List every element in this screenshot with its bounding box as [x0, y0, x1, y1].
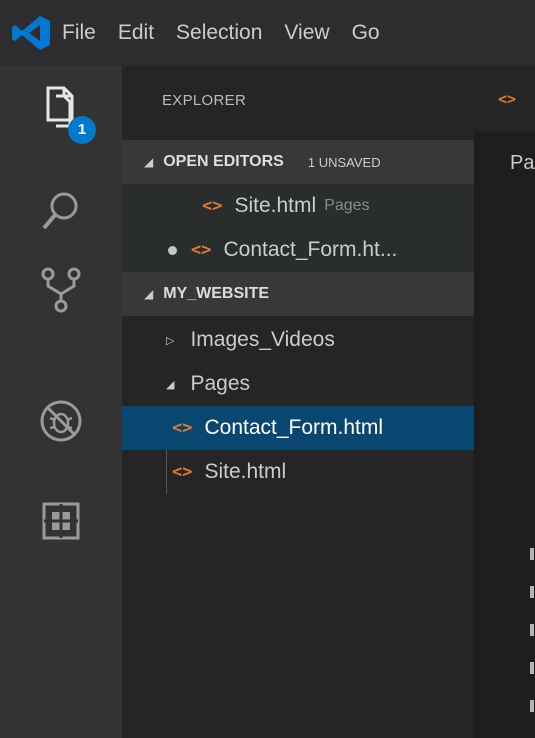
- open-editors-header[interactable]: ◢ OPEN EDITORS 1 UNSAVED: [122, 140, 474, 184]
- folder-header[interactable]: ◢ MY_WEBSITE: [122, 272, 474, 316]
- extensions-icon[interactable]: [36, 496, 86, 546]
- breadcrumb[interactable]: Pa: [510, 152, 534, 175]
- search-icon[interactable]: [36, 186, 86, 236]
- tab-strip: <>: [474, 66, 535, 132]
- html-file-icon: <>: [172, 418, 193, 438]
- tree-item-label: Images_Videos: [190, 328, 335, 351]
- code-line: [530, 662, 534, 674]
- chevron-down-icon: ◢: [144, 287, 154, 301]
- vscode-logo-icon[interactable]: [10, 13, 54, 53]
- explorer-sidebar: EXPLORER ◢ OPEN EDITORS 1 UNSAVED <> Sit…: [122, 66, 474, 738]
- open-editor-label: Site.html: [234, 194, 317, 217]
- html-file-icon: <>: [172, 462, 193, 482]
- unsaved-dot-icon: [168, 245, 177, 255]
- menu-view[interactable]: View: [284, 21, 329, 45]
- source-control-icon[interactable]: [36, 264, 86, 314]
- chevron-down-icon: ◢: [144, 155, 154, 169]
- code-line: [530, 548, 534, 560]
- tree-item-label: Contact_Form.html: [204, 416, 384, 439]
- menu-bar: File Edit Selection View Go: [0, 0, 535, 66]
- html-file-icon: <>: [202, 196, 223, 216]
- open-editors-title: OPEN EDITORS: [163, 153, 284, 170]
- menu-selection[interactable]: Selection: [176, 21, 262, 45]
- chevron-down-icon: ◢: [166, 378, 175, 391]
- open-editor-site[interactable]: <> Site.html Pages: [122, 184, 474, 228]
- unsaved-count: 1 UNSAVED: [307, 154, 381, 170]
- tree-item-site[interactable]: <> Site.html: [122, 450, 474, 494]
- tree-item-contact-form[interactable]: <> Contact_Form.html: [122, 406, 474, 450]
- menu-go[interactable]: Go: [352, 21, 380, 45]
- tree-item-images-videos[interactable]: ▷ Images_Videos: [122, 318, 474, 362]
- chevron-right-icon: ▷: [166, 334, 175, 347]
- menu-edit[interactable]: Edit: [118, 21, 154, 45]
- debug-icon[interactable]: [36, 396, 86, 446]
- code-line: [530, 700, 534, 712]
- code-line: [530, 624, 534, 636]
- code-line: [530, 586, 534, 598]
- tree-item-label: Site.html: [204, 460, 287, 483]
- html-file-icon[interactable]: <>: [498, 90, 516, 108]
- explorer-badge: 1: [68, 116, 96, 144]
- html-file-icon: <>: [191, 240, 212, 260]
- open-editor-folder-hint: Pages: [324, 197, 370, 214]
- menu-file[interactable]: File: [62, 21, 96, 45]
- editor-area[interactable]: <> Pa: [474, 66, 535, 738]
- tree-item-label: Pages: [190, 372, 251, 395]
- open-editor-label: Contact_Form.ht...: [223, 238, 398, 261]
- tree-item-pages[interactable]: ◢ Pages: [122, 362, 474, 406]
- open-editor-contact-form[interactable]: <> Contact_Form.ht...: [122, 228, 474, 272]
- sidebar-title: EXPLORER: [162, 92, 247, 109]
- activity-bar: 1: [0, 66, 122, 738]
- folder-title: MY_WEBSITE: [163, 285, 270, 302]
